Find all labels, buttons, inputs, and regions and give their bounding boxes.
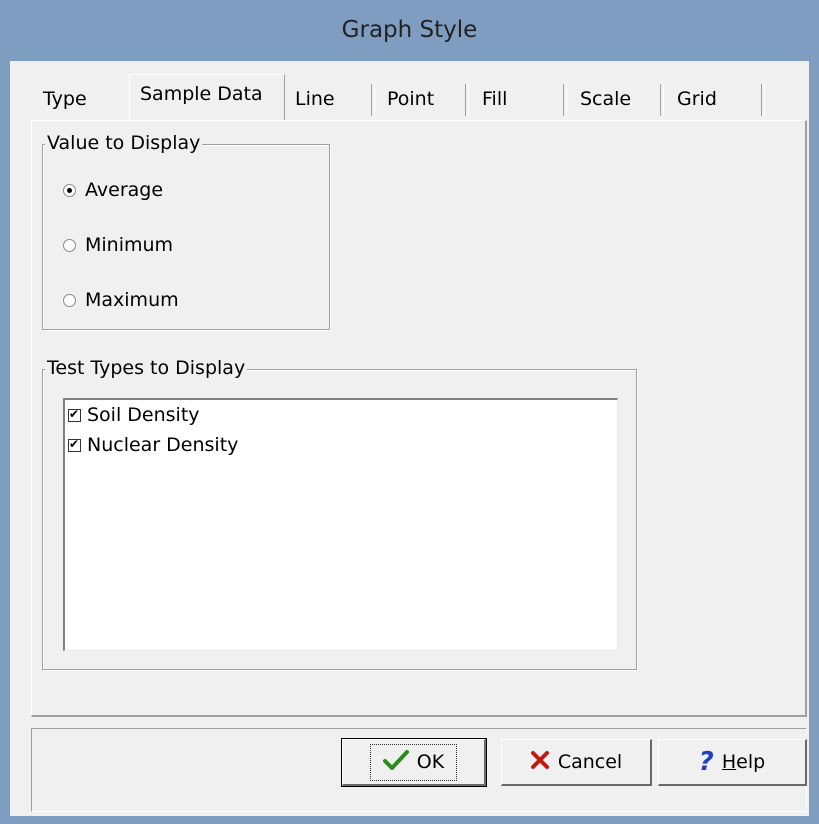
tab-separator [563,84,567,116]
window-title: Graph Style [341,17,478,43]
tab-separator [371,84,375,116]
test-types-listbox[interactable]: Soil Density Nuclear Density [63,398,618,651]
help-button[interactable]: ? Help [658,739,807,786]
radio-minimum[interactable]: Minimum [63,234,173,256]
checkbox-nuclear-density[interactable] [68,437,81,452]
radio-average[interactable]: Average [63,179,163,201]
list-item-label: Nuclear Density [87,434,239,456]
checkbox-soil-density[interactable] [68,407,81,422]
test-types-label: Test Types to Display [45,357,248,379]
tab-label: Type [43,88,87,110]
help-label: Help [722,751,765,773]
tab-label: Grid [677,88,717,110]
graph-style-dialog: Graph Style Type Sample Data Line Point … [0,0,819,824]
ok-button-focus: OK [369,743,458,781]
tab-fill[interactable]: Fill [472,80,567,118]
window-border-bottom [0,816,819,824]
window-border-right [809,61,819,824]
value-to-display-label: Value to Display [45,132,203,154]
list-item-soil-density[interactable]: Soil Density [68,404,200,426]
question-mark-icon: ? [698,747,714,777]
list-item-label: Soil Density [87,404,200,426]
tab-separator [465,84,469,116]
window-border-left [0,61,10,824]
tab-separator [761,84,765,116]
list-item-nuclear-density[interactable]: Nuclear Density [68,434,238,456]
tab-sample-data[interactable]: Sample Data [129,74,285,122]
ok-button[interactable]: OK [341,738,487,787]
title-bar[interactable]: Graph Style [0,0,819,61]
checkmark-icon [382,749,409,776]
tab-grid[interactable]: Grid [667,80,765,118]
radio-label-minimum: Minimum [85,234,174,256]
help-mnemonic: H [721,751,737,773]
tab-label: Sample Data [140,83,263,105]
tab-label: Point [387,88,435,110]
tab-label: Line [295,88,335,110]
cancel-label: Cancel [557,751,623,773]
tab-scale[interactable]: Scale [570,80,664,118]
cancel-button[interactable]: Cancel [501,739,652,786]
radio-label-average: Average [85,179,164,201]
radio-button[interactable] [63,293,76,307]
radio-button[interactable] [63,238,76,252]
tab-line[interactable]: Line [285,80,375,118]
radio-label-maximum: Maximum [85,289,179,311]
tab-point[interactable]: Point [377,80,469,118]
tab-separator [660,84,664,116]
radio-maximum[interactable]: Maximum [63,289,179,311]
ok-label: OK [416,751,445,773]
radio-button-selected[interactable] [63,183,76,197]
tab-type[interactable]: Type [33,80,129,118]
tab-label: Fill [482,88,508,110]
help-label-rest: elp [736,751,766,773]
tab-label: Scale [580,88,632,110]
x-icon [530,750,550,775]
